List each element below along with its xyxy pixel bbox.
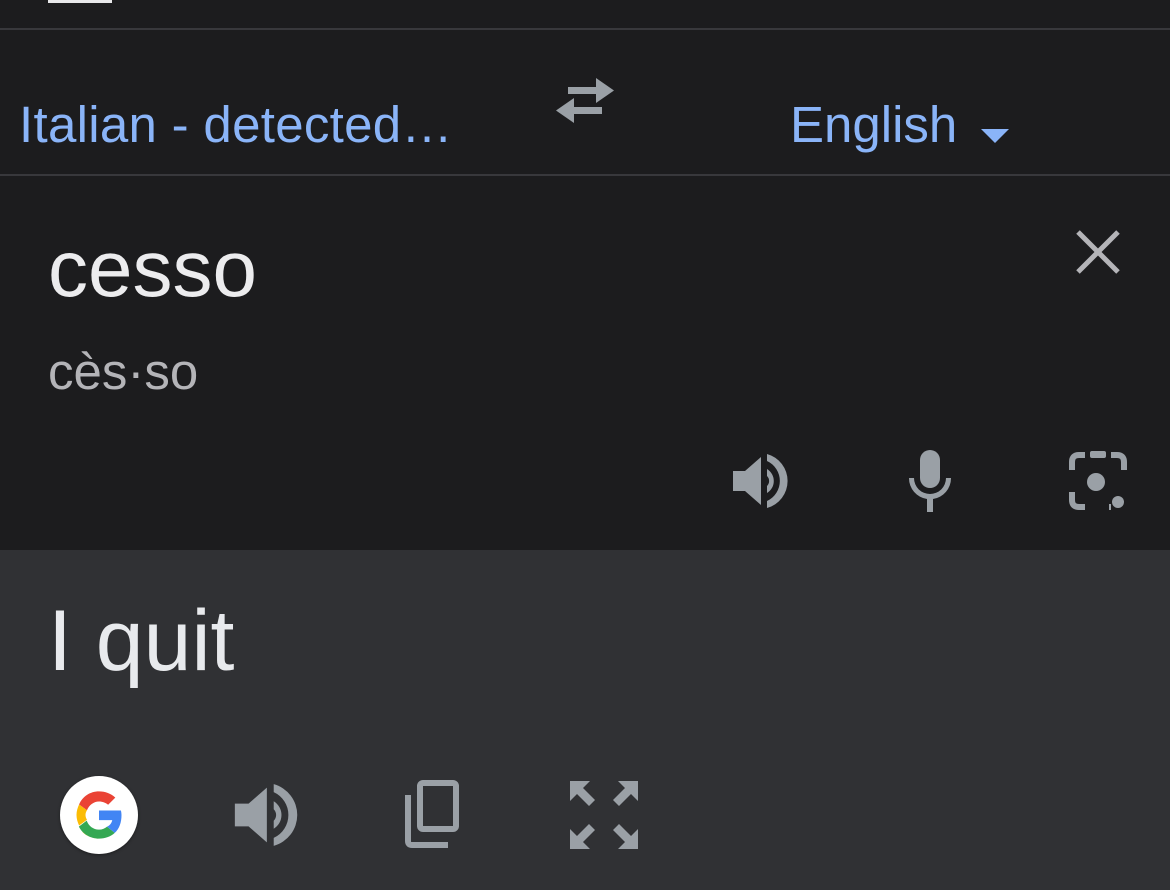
close-icon — [1076, 230, 1120, 274]
copy-translation-button[interactable] — [396, 775, 476, 855]
target-language-label: English — [790, 96, 958, 153]
source-input-area[interactable]: cesso cès·so — [0, 176, 1170, 550]
caret-down-icon — [981, 129, 1010, 143]
voice-input-button[interactable] — [895, 446, 965, 516]
translate-screen: Italian - detected… English cesso cès·so… — [0, 0, 1170, 890]
fullscreen-icon — [570, 781, 638, 849]
target-language-selector[interactable]: English — [790, 95, 1011, 155]
listen-translation-button[interactable] — [228, 775, 308, 855]
language-bar: Italian - detected… English — [0, 30, 1170, 174]
clear-input-button[interactable] — [1070, 224, 1126, 280]
google-logo-icon — [76, 791, 122, 839]
fullscreen-button[interactable] — [564, 775, 644, 855]
speaker-icon — [733, 454, 788, 508]
microphone-icon — [908, 450, 952, 512]
google-app-button[interactable] — [60, 776, 138, 854]
source-language-selector[interactable]: Italian - detected… — [19, 95, 453, 154]
source-phonetic: cès·so — [48, 343, 199, 400]
copy-icon — [405, 780, 459, 848]
speaker-icon — [234, 784, 298, 846]
translation-text: I quit — [48, 593, 235, 689]
top-edge-mark — [48, 0, 112, 3]
swap-arrows-icon — [556, 78, 614, 123]
translation-card: I quit — [0, 550, 1170, 890]
swap-languages-button[interactable] — [550, 74, 620, 130]
camera-input-button[interactable] — [1063, 446, 1133, 516]
listen-source-button[interactable] — [727, 446, 797, 516]
top-strip — [0, 0, 1170, 28]
camera-icon — [1069, 451, 1127, 510]
source-text[interactable]: cesso — [48, 223, 257, 315]
